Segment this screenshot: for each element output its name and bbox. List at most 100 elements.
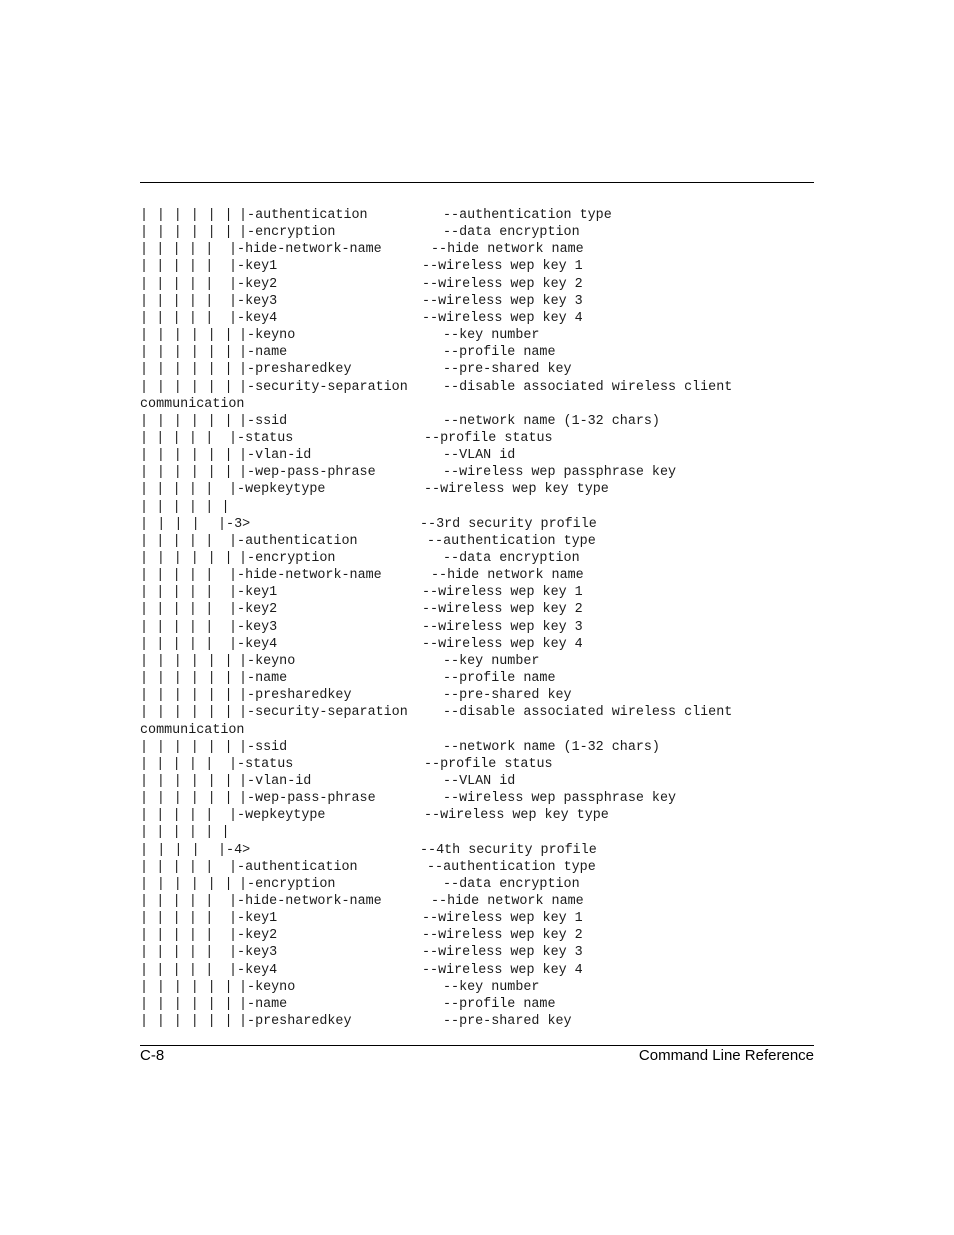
tree-connector: | xyxy=(140,636,149,652)
tree-connector: | xyxy=(173,705,182,721)
tree-connector: | xyxy=(224,653,233,669)
command-description: --wireless wep key 3 xyxy=(422,945,583,961)
tree-connector: | xyxy=(188,310,197,326)
command-description: --wireless wep key 2 xyxy=(422,928,583,944)
tree-connector: | xyxy=(224,362,233,378)
tree-connector: | xyxy=(140,482,149,498)
command-description: --hide network name xyxy=(431,568,584,584)
tree-connector: | xyxy=(140,996,149,1012)
tree-connector: | xyxy=(224,328,233,344)
listing-line: | | | | | |-key2 --wireless wep key 2 xyxy=(0,276,954,293)
tree-connector: | xyxy=(224,208,233,223)
command-name: |-key4 xyxy=(229,636,278,652)
tree-connector: | xyxy=(207,413,216,429)
tree-connector: | xyxy=(156,533,165,549)
tree-connector: | xyxy=(156,979,165,995)
command-description: --wireless wep key type xyxy=(424,808,609,824)
listing-line: | | | | | |-key3 --wireless wep key 3 xyxy=(0,293,954,310)
tree-connector: | xyxy=(140,876,149,892)
tree-connector: | xyxy=(172,808,181,824)
wrapped-text: communication xyxy=(140,722,245,738)
tree-connector: | xyxy=(156,876,165,892)
tree-connector: | xyxy=(140,1014,149,1030)
tree-connector: | xyxy=(224,705,233,721)
tree-connector: | xyxy=(173,739,182,755)
tree-connector: | xyxy=(140,945,149,961)
tree-connector: | xyxy=(140,585,149,601)
tree-connector: | xyxy=(173,225,182,241)
listing-line: | | | | | |-key3 --wireless wep key 3 xyxy=(0,944,954,961)
listing-line: | | | | | | |-name --profile name xyxy=(0,670,954,687)
tree-connector: | xyxy=(156,859,165,875)
tree-connector: | xyxy=(188,894,197,909)
listing-line: | | | | | | |-vlan-id --VLAN id xyxy=(0,773,954,790)
tree-connector: | xyxy=(173,791,182,807)
command-name: |-wep-pass-phrase xyxy=(239,465,376,481)
listing-line: | | | | | | |-vlan-id --VLAN id xyxy=(0,447,954,464)
tree-connector: | xyxy=(207,791,216,807)
tree-connector: | xyxy=(140,413,149,429)
command-description: --4th security profile xyxy=(420,842,597,858)
command-description: --profile status xyxy=(424,430,553,446)
tree-connector: | xyxy=(156,945,165,961)
tree-connector: | xyxy=(173,379,182,395)
tree-connector: | xyxy=(140,825,149,841)
tree-connector: | xyxy=(156,791,165,807)
listing-line: communication xyxy=(0,722,954,739)
listing-line: | | | | | | |-security-separation --disable ass… xyxy=(0,704,954,721)
command-description: --profile status xyxy=(424,756,553,772)
tree-connector: | xyxy=(205,585,214,601)
tree-connector: | xyxy=(188,756,197,772)
tree-connector: | xyxy=(156,293,165,309)
tree-connector: | xyxy=(188,482,197,498)
tree-connector: | xyxy=(173,996,182,1012)
tree-connector: | xyxy=(156,739,165,755)
listing-line: | | | | | |-status --profile status xyxy=(0,430,954,447)
tree-connector: | xyxy=(224,671,233,687)
tree-connector: | xyxy=(190,688,199,704)
tree-connector: | xyxy=(224,996,233,1012)
tree-connector: | xyxy=(140,808,149,824)
tree-connector: | xyxy=(140,533,149,549)
tree-connector: | xyxy=(188,276,197,292)
tree-connector: | xyxy=(188,962,197,978)
tree-connector: | xyxy=(205,482,214,498)
tree-connector: | xyxy=(173,328,182,344)
tree-connector: | xyxy=(188,859,197,875)
tree-connector: | xyxy=(224,465,233,481)
tree-connector: | xyxy=(173,671,182,687)
command-name: |-wep-pass-phrase xyxy=(239,791,376,807)
tree-connector: | xyxy=(190,653,199,669)
tree-connector: | xyxy=(173,208,182,223)
tree-connector: | xyxy=(140,928,149,944)
tree-connector: | xyxy=(172,602,181,618)
tree-connector: | xyxy=(156,310,165,326)
tree-connector: | xyxy=(174,842,183,858)
tree-connector: | xyxy=(188,293,197,309)
command-description: --disable associated wireless client xyxy=(443,705,733,721)
listing-line: | | | | | | |-encryption --data encryption xyxy=(0,224,954,241)
command-name: |-name xyxy=(239,671,288,687)
command-description: --wireless wep key 3 xyxy=(422,619,583,635)
tree-connector: | xyxy=(190,413,199,429)
tree-connector: | xyxy=(156,894,165,909)
command-description: --disable associated wireless client xyxy=(443,379,733,395)
tree-connector: | xyxy=(205,568,214,584)
tree-connector: | xyxy=(205,499,214,515)
tree-connector: | xyxy=(173,653,182,669)
command-description: --wireless wep key 1 xyxy=(422,259,583,275)
tree-connector: | xyxy=(207,379,216,395)
tree-connector: | xyxy=(205,808,214,824)
command-name: |-vlan-id xyxy=(239,773,312,789)
command-description: --VLAN id xyxy=(443,773,516,789)
tree-connector: | xyxy=(190,208,199,223)
listing-line: | | | | | |-key1 --wireless wep key 1 xyxy=(0,584,954,601)
command-name: |-key3 xyxy=(229,619,278,635)
listing-line: | | | | | |-hide-network-name --hide network n… xyxy=(0,241,954,258)
command-description: --wireless wep key 1 xyxy=(422,911,583,927)
listing-line: | | | | | | |-encryption --data encryption xyxy=(0,876,954,893)
command-name: |-security-separation xyxy=(239,705,408,721)
tree-connector: | xyxy=(224,876,233,892)
tree-connector: | xyxy=(207,705,216,721)
listing-line: | | | | | |-key1 --wireless wep key 1 xyxy=(0,910,954,927)
